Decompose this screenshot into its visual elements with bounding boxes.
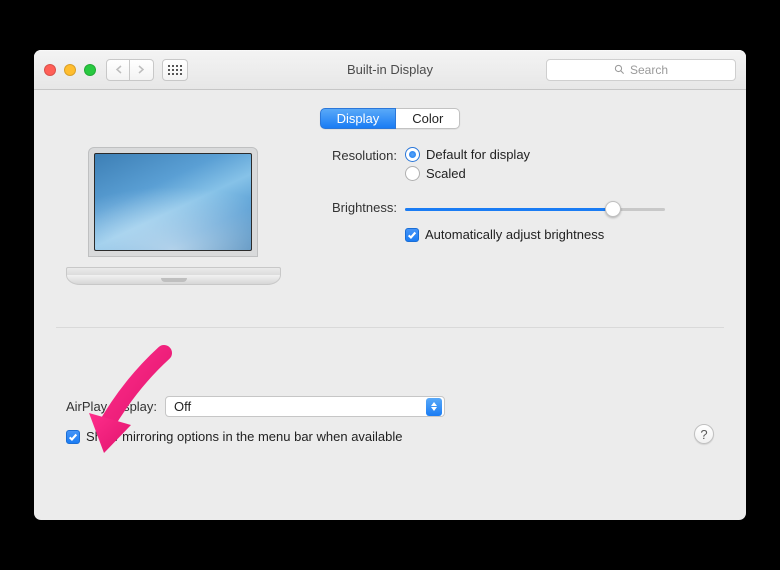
chevron-left-icon [115,65,122,74]
search-placeholder: Search [630,63,668,77]
forward-button[interactable] [130,59,154,81]
airplay-value: Off [174,399,191,414]
mirroring-checkbox[interactable]: Show mirroring options in the menu bar w… [66,429,714,444]
resolution-row: Resolution: Default for display Scaled [311,147,714,185]
checkbox-label: Show mirroring options in the menu bar w… [86,429,403,444]
segmented-control: Display Color [320,108,461,129]
radio-label: Default for display [426,147,530,162]
grid-icon [168,65,182,75]
select-arrows-icon [426,398,442,416]
show-all-button[interactable] [162,59,188,81]
zoom-window-button[interactable] [84,64,96,76]
preferences-window: Built-in Display Search Display Color Re… [34,50,746,520]
help-button[interactable]: ? [694,424,714,444]
checkbox-icon [405,228,419,242]
checkbox-label: Automatically adjust brightness [425,227,604,242]
tab-bar: Display Color [56,108,724,129]
brightness-slider[interactable] [405,201,665,217]
window-controls [44,64,96,76]
airplay-row: AirPlay Display: Off [66,396,714,417]
minimize-window-button[interactable] [64,64,76,76]
radio-label: Scaled [426,166,466,181]
search-input[interactable]: Search [546,59,736,81]
lower-panel: AirPlay Display: Off Show mirroring opti… [56,328,724,458]
brightness-label: Brightness: [311,199,397,215]
radio-icon [405,147,420,162]
slider-fill [405,208,613,211]
content-area: Display Color Resolution: Default for di… [34,90,746,520]
settings-group: Resolution: Default for display Scaled B [311,143,714,297]
back-button[interactable] [106,59,130,81]
resolution-scaled-radio[interactable]: Scaled [405,166,714,181]
slider-thumb[interactable] [605,201,621,217]
tab-display[interactable]: Display [320,108,397,129]
display-settings-panel: Resolution: Default for display Scaled B [56,143,724,328]
airplay-select[interactable]: Off [165,396,445,417]
resolution-label: Resolution: [311,147,397,163]
auto-brightness-checkbox[interactable]: Automatically adjust brightness [405,227,714,242]
checkbox-icon [66,430,80,444]
chevron-right-icon [138,65,145,74]
nav-buttons [106,59,154,81]
titlebar: Built-in Display Search [34,50,746,90]
help-glyph: ? [700,427,707,442]
airplay-label: AirPlay Display: [66,399,157,414]
radio-icon [405,166,420,181]
close-window-button[interactable] [44,64,56,76]
brightness-row: Brightness: Automatically adjus [311,199,714,242]
tab-color[interactable]: Color [396,108,460,129]
resolution-default-radio[interactable]: Default for display [405,147,714,162]
search-icon [614,64,625,75]
display-preview-image [66,147,281,297]
